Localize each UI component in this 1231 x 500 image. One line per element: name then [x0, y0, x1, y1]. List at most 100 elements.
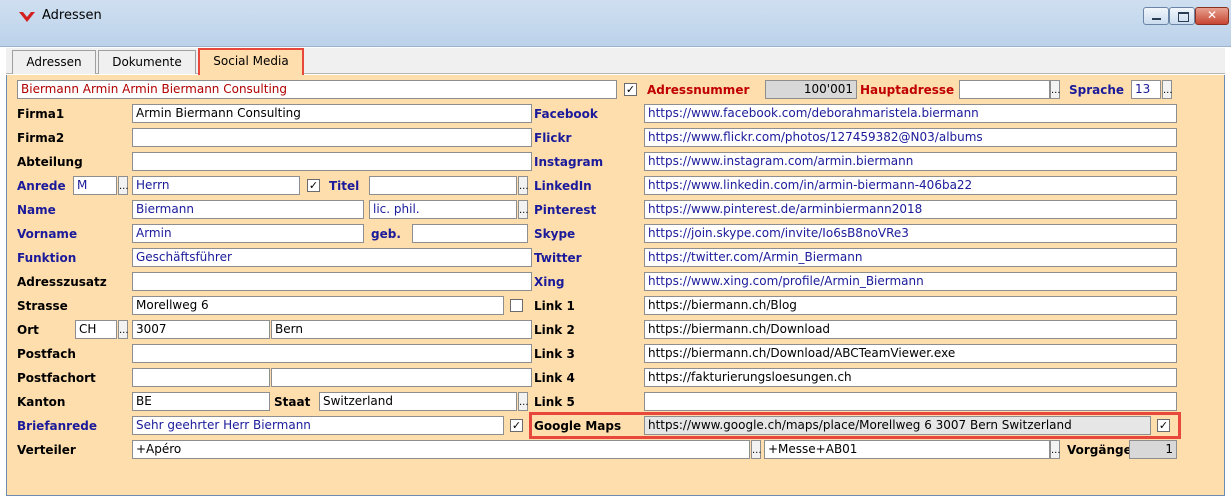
ort-country-lookup-button[interactable]: ... [118, 320, 129, 339]
anrede-lookup-button[interactable]: ... [118, 176, 129, 195]
linkedin-field[interactable]: https://www.linkedin.com/in/armin-bierma… [644, 176, 1177, 195]
minimize-button[interactable] [1143, 7, 1169, 25]
titel-label: Titel [329, 179, 360, 193]
instagram-field[interactable]: https://www.instagram.com/armin.biermann [644, 152, 1177, 171]
app-logo-icon [19, 12, 35, 22]
briefanrede-checkbox[interactable]: ✓ [510, 419, 523, 432]
abteilung-field[interactable] [132, 152, 532, 171]
briefanrede-label: Briefanrede [17, 419, 97, 433]
adressnummer-label: Adressnummer [647, 83, 750, 97]
ort-country-field[interactable]: CH [75, 320, 117, 339]
strasse-field[interactable]: Morellweg 6 [132, 296, 504, 315]
titel-checkbox[interactable]: ✓ [307, 179, 320, 192]
postfachort-plz-field[interactable] [132, 368, 270, 387]
firma2-field[interactable] [132, 128, 532, 147]
staat-lookup-button[interactable]: ... [518, 392, 529, 411]
postfach-field[interactable] [132, 344, 532, 363]
form-panel: Biermann Armin Armin Biermann Consulting… [6, 75, 1225, 496]
link2-label: Link 2 [534, 323, 575, 337]
firma1-label: Firma1 [17, 107, 65, 121]
xing-field[interactable]: https://www.xing.com/profile/Armin_Bierm… [644, 272, 1177, 291]
xing-label: Xing [534, 275, 565, 289]
linkedin-label: LinkedIn [534, 179, 592, 193]
vorgaenge-label: Vorgänge [1067, 443, 1132, 457]
link5-field[interactable] [644, 392, 1177, 411]
abteilung-label: Abteilung [17, 155, 83, 169]
tab-bar: Adressen Dokumente Social Media [6, 48, 1225, 75]
postfachort-field[interactable] [271, 368, 532, 387]
googlemaps-checkbox[interactable]: ✓ [1157, 419, 1170, 432]
adresszusatz-label: Adresszusatz [17, 275, 107, 289]
titel-field[interactable] [369, 176, 517, 195]
funktion-label: Funktion [17, 251, 77, 265]
anrede-label: Anrede [17, 179, 66, 193]
geb-field[interactable] [412, 224, 528, 243]
name-suffix-lookup-button[interactable]: ... [518, 200, 529, 219]
anrede-field[interactable]: Herrn [132, 176, 300, 195]
ort-plz-field[interactable]: 3007 [132, 320, 270, 339]
hauptadresse-field[interactable] [959, 80, 1050, 99]
pinterest-field[interactable]: https://www.pinterest.de/arminbiermann20… [644, 200, 1177, 219]
vorname-label: Vorname [17, 227, 78, 241]
pinterest-label: Pinterest [534, 203, 597, 217]
hauptadresse-lookup-button[interactable]: ... [1050, 80, 1061, 99]
vorname-field[interactable]: Armin [132, 224, 364, 243]
name-display-checkbox[interactable]: ✓ [624, 83, 637, 96]
geb-label: geb. [371, 227, 401, 241]
tab-adressen[interactable]: Adressen [12, 50, 96, 74]
adresszusatz-field[interactable] [132, 272, 532, 291]
vorgaenge-field: 1 [1129, 440, 1177, 459]
verteiler-lookup-button[interactable]: ... [751, 440, 762, 459]
close-button[interactable] [1195, 7, 1229, 25]
briefanrede-field[interactable]: Sehr geehrter Herr Biermann [132, 416, 504, 435]
hauptadresse-label: Hauptadresse [860, 83, 955, 97]
link3-label: Link 3 [534, 347, 575, 361]
verteiler-label: Verteiler [17, 443, 76, 457]
link2-field[interactable]: https://biermann.ch/Download [644, 320, 1177, 339]
titel-lookup-button[interactable]: ... [518, 176, 529, 195]
tab-dokumente[interactable]: Dokumente [98, 50, 196, 74]
kanton-label: Kanton [17, 395, 66, 409]
googlemaps-field[interactable]: https://www.google.ch/maps/place/Morellw… [644, 416, 1151, 435]
name-field[interactable]: Biermann [132, 200, 364, 219]
titlebar: Adressen [0, 0, 1231, 47]
googlemaps-label: Google Maps [534, 419, 622, 433]
tab-social-media[interactable]: Social Media [198, 48, 304, 75]
maximize-button[interactable] [1169, 7, 1195, 25]
link3-field[interactable]: https://biermann.ch/Download/ABCTeamView… [644, 344, 1177, 363]
messe-lookup-button[interactable]: ... [1050, 440, 1061, 459]
firma1-field[interactable]: Armin Biermann Consulting [132, 104, 532, 123]
sprache-label: Sprache [1069, 83, 1125, 97]
flickr-field[interactable]: https://www.flickr.com/photos/127459382@… [644, 128, 1177, 147]
name-label: Name [17, 203, 56, 217]
skype-field[interactable]: https://join.skype.com/invite/Io6sB8noVR… [644, 224, 1177, 243]
flickr-label: Flickr [534, 131, 572, 145]
link4-label: Link 4 [534, 371, 575, 385]
name-display-field[interactable]: Biermann Armin Armin Biermann Consulting [17, 80, 617, 99]
messe-field[interactable]: +Messe+AB01 [764, 440, 1050, 459]
skype-label: Skype [534, 227, 576, 241]
link1-field[interactable]: https://biermann.ch/Blog [644, 296, 1177, 315]
sprache-field[interactable]: 13 [1131, 80, 1161, 99]
twitter-field[interactable]: https://twitter.com/Armin_Biermann [644, 248, 1177, 267]
postfach-label: Postfach [17, 347, 76, 361]
name-suffix-field[interactable]: lic. phil. [369, 200, 517, 219]
anrede-code-field[interactable]: M [73, 176, 117, 195]
verteiler-field[interactable]: +Apéro [132, 440, 750, 459]
facebook-field[interactable]: https://www.facebook.com/deborahmaristel… [644, 104, 1177, 123]
instagram-label: Instagram [534, 155, 604, 169]
funktion-field[interactable]: Geschäftsführer [132, 248, 532, 267]
kanton-field[interactable]: BE [132, 392, 270, 411]
firma2-label: Firma2 [17, 131, 65, 145]
staat-label: Staat [274, 395, 311, 409]
strasse-checkbox[interactable] [510, 299, 523, 312]
strasse-label: Strasse [17, 299, 68, 313]
link1-label: Link 1 [534, 299, 575, 313]
link4-field[interactable]: https://fakturierungsloesungen.ch [644, 368, 1177, 387]
postfachort-label: Postfachort [17, 371, 96, 385]
facebook-label: Facebook [534, 107, 598, 121]
window-title: Adressen [42, 8, 102, 23]
sprache-lookup-button[interactable]: ... [1162, 80, 1173, 99]
ort-field[interactable]: Bern [271, 320, 532, 339]
staat-field[interactable]: Switzerland [319, 392, 517, 411]
